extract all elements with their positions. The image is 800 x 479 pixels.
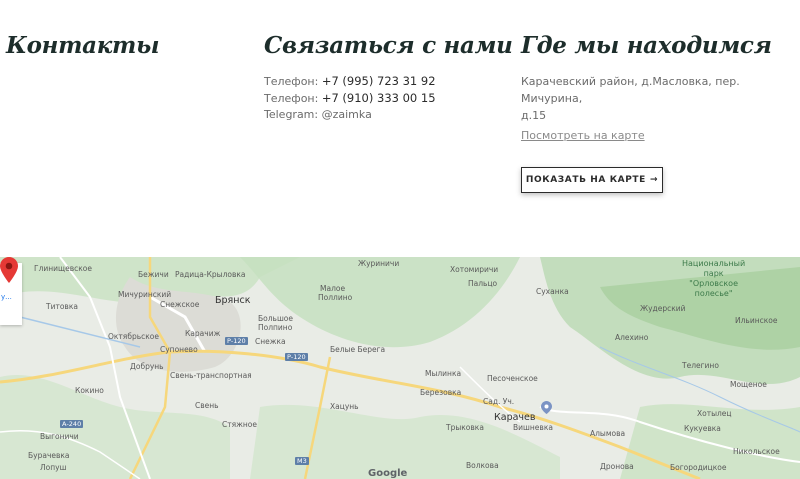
map-label: Стяжное	[222, 420, 257, 429]
map-label: Лопуш	[40, 463, 67, 472]
phone-link-2[interactable]: +7 (910) 333 00 15	[322, 91, 436, 105]
map-label: Кукуевка	[684, 424, 721, 433]
map-label: Хотылец	[697, 409, 732, 418]
contacts-section: Контакты	[6, 32, 159, 59]
map-label: Карачиж	[185, 329, 221, 338]
map-label: Свень-транспортная	[170, 371, 252, 380]
map-label: Большое	[258, 314, 294, 323]
location-section: Где мы находимся Карачевский район, д.Ма…	[521, 32, 781, 143]
map-label: Богородицкое	[670, 463, 727, 472]
show-on-map-button[interactable]: ПОКАЗАТЬ НА КАРТЕ →	[521, 167, 663, 193]
contacts-title: Контакты	[6, 32, 160, 59]
map-label: Глинищевское	[34, 264, 92, 273]
map-label: Хотомиричи	[450, 265, 499, 274]
map-label: Мичуринский	[118, 290, 172, 299]
phone-row-2: Телефон: +7 (910) 333 00 15	[264, 90, 513, 107]
map-label: Никольское	[733, 447, 780, 456]
connect-section: Связаться с нами Телефон: +7 (995) 723 3…	[264, 32, 513, 123]
embedded-map[interactable]: у... Национальный парк "Орловское полесь…	[0, 257, 800, 479]
map-label: Свень	[195, 401, 219, 410]
map-label: Супонево	[160, 345, 198, 354]
show-on-map-label: ПОКАЗАТЬ НА КАРТЕ	[525, 175, 646, 185]
connect-lines: Телефон: +7 (995) 723 31 92 Телефон: +7 …	[264, 73, 513, 123]
map-label: Журиничи	[358, 259, 400, 268]
map-label: Радица-Крыловка	[175, 270, 246, 279]
map-label: Песоченское	[487, 374, 538, 383]
map-label: Выгоничи	[40, 432, 79, 441]
map-label: Карачев	[494, 412, 536, 423]
address: Карачевский район, д.Масловка, пер. Мичу…	[521, 73, 781, 124]
map-info-card-text: у...	[1, 293, 12, 301]
map-label: Березовка	[420, 388, 462, 397]
map-label: Хацунь	[330, 402, 359, 411]
map-label: Волкова	[466, 461, 499, 470]
map-label: Алымова	[590, 429, 626, 438]
map-label: Титовка	[46, 302, 78, 311]
park-label: Национальный парк "Орловское полесье"	[682, 259, 746, 298]
map-pin-icon[interactable]	[0, 257, 18, 283]
address-line-1: Карачевский район, д.Масловка, пер. Мичу…	[521, 75, 740, 105]
phone-label: Телефон:	[264, 75, 319, 88]
map-label: Суханка	[536, 287, 569, 296]
map-label: Октябрьское	[108, 332, 159, 341]
map-label: Жудерский	[640, 304, 686, 313]
road-badge: А-240	[60, 420, 84, 428]
map-label: Бурачевка	[28, 451, 70, 460]
map-label: Телегино	[682, 361, 719, 370]
map-label: Ильинское	[735, 316, 778, 325]
phone-row-1: Телефон: +7 (995) 723 31 92	[264, 73, 513, 90]
google-logo: Google	[368, 468, 408, 479]
map-label: Мылинка	[425, 369, 462, 378]
map-label: Дронова	[600, 462, 634, 471]
map-label: Вишневка	[513, 423, 553, 432]
map-label: Брянск	[215, 295, 251, 306]
arrow-right-icon: →	[649, 175, 659, 185]
map-label: Белые Берега	[330, 345, 386, 354]
road-badge: М3	[295, 457, 309, 465]
road-badge: Р-120	[225, 337, 248, 345]
location-marker-icon	[541, 401, 552, 414]
map-label: Малое	[320, 284, 346, 293]
map-label: Полпино	[258, 323, 293, 332]
road-badge: Р-120	[285, 353, 308, 361]
map-label: Трыковка	[446, 423, 484, 432]
map-label: Добрунь	[130, 362, 164, 371]
connect-title: Связаться с нами	[264, 32, 513, 59]
phone-label: Телефон:	[264, 92, 319, 105]
map-label: Алехино	[615, 333, 649, 342]
telegram-text[interactable]: Telegram: @zaimka	[264, 107, 513, 123]
view-on-map-link[interactable]: Посмотреть на карте	[521, 129, 645, 142]
phone-link-1[interactable]: +7 (995) 723 31 92	[322, 74, 436, 88]
map-label: Мощеное	[730, 380, 767, 389]
map-label: Поллино	[318, 293, 353, 302]
address-line-2: д.15	[521, 109, 547, 122]
map-label: Бежичи	[138, 270, 169, 279]
map-label: Пальцо	[468, 279, 498, 288]
location-title: Где мы находимся	[521, 32, 772, 59]
map-label: Снежское	[160, 300, 200, 309]
map-label: Сад. Уч.	[483, 397, 515, 406]
map-label: Снежка	[255, 337, 286, 346]
map-label: Кокино	[75, 386, 104, 395]
